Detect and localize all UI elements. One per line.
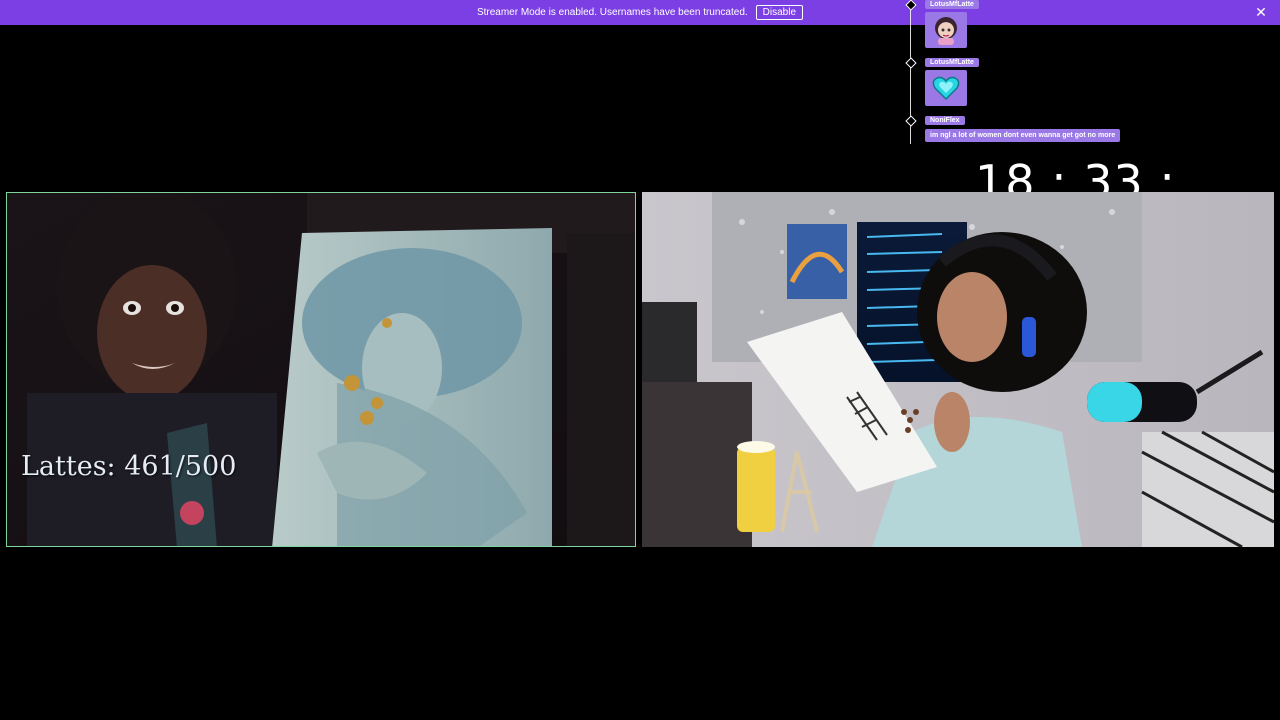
stream-view: Streamer Mode is enabled. Usernames have… <box>0 0 1280 720</box>
chat-marker-icon <box>905 57 917 69</box>
streamer-mode-message: Streamer Mode is enabled. Usernames have… <box>476 7 748 18</box>
close-icon[interactable]: ✕ <box>1254 4 1268 20</box>
lattes-counter: Lattes: 461/500 <box>21 451 237 482</box>
right-video-image <box>642 192 1274 547</box>
anime-girl-emote-icon <box>925 12 967 48</box>
chat-marker-icon <box>905 115 917 127</box>
right-video-feed <box>642 192 1274 547</box>
chat-overlay: LotusMfLatte LotusMfLatte NoniFlex im ng… <box>905 0 1205 150</box>
chat-username: LotusMfLatte <box>925 0 979 9</box>
chat-marker-icon <box>905 0 917 11</box>
disable-button[interactable]: Disable <box>755 5 804 20</box>
chat-username: LotusMfLatte <box>925 58 979 67</box>
left-video-feed: Lattes: 461/500 <box>6 192 636 547</box>
chat-username: NoniFlex <box>925 116 965 125</box>
chat-text: im ngl a lot of women dont even wanna ge… <box>925 129 1121 142</box>
heart-emote-icon <box>925 70 967 106</box>
left-video-image <box>7 193 635 546</box>
